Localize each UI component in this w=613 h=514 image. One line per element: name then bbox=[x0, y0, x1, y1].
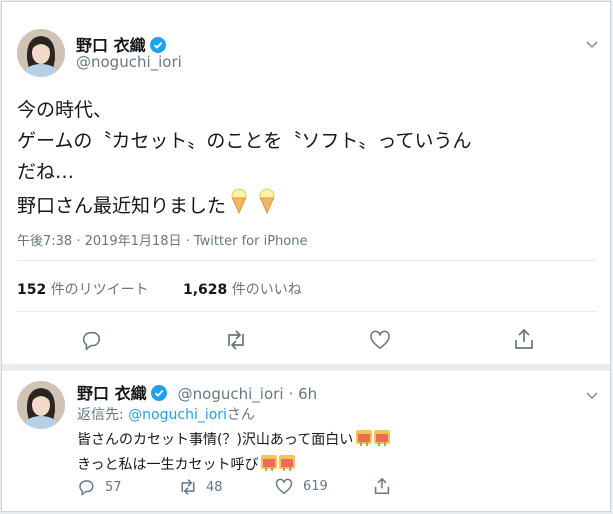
reply-retweet-count: 48 bbox=[206, 479, 223, 495]
heart-icon[interactable] bbox=[369, 330, 391, 354]
avatar[interactable] bbox=[17, 29, 65, 77]
reply-avatar[interactable] bbox=[17, 381, 65, 429]
reply-to-suffix: さん bbox=[226, 407, 255, 423]
ice-cream-icon bbox=[258, 188, 276, 224]
reply-count: 57 bbox=[105, 479, 122, 495]
retweet-icon bbox=[181, 479, 195, 495]
thread-divider bbox=[2, 364, 610, 371]
reply-to-prefix: 返信先: bbox=[77, 407, 129, 423]
like-stat[interactable]: 1,628 件のいいね bbox=[183, 279, 302, 299]
divider bbox=[17, 311, 597, 312]
share-icon[interactable] bbox=[514, 328, 534, 354]
heart-icon bbox=[275, 478, 293, 495]
reply-like-count: 619 bbox=[303, 479, 328, 494]
ice-cream-icon bbox=[373, 428, 391, 453]
handle[interactable]: @noguchi_iori bbox=[76, 53, 182, 71]
chevron-down-icon[interactable] bbox=[586, 385, 598, 404]
reply-author-row: 野口 衣織 @noguchi_iori · 6h bbox=[77, 384, 318, 405]
chevron-down-icon[interactable] bbox=[586, 34, 598, 53]
retweet-label: 件のリツイート bbox=[50, 282, 149, 298]
share-icon[interactable] bbox=[374, 477, 390, 499]
reply-to-link[interactable]: @noguchi_iori bbox=[128, 407, 227, 423]
tweet-card: 野口 衣織 @noguchi_iori 今の時代、 ゲームの〝カセット〟のことを… bbox=[1, 1, 611, 512]
reply-line-text: きっと私は一生カセット呼び bbox=[77, 457, 259, 473]
reply-icon bbox=[79, 480, 94, 496]
reply-icon[interactable] bbox=[80, 329, 102, 355]
reply-handle[interactable]: @noguchi_iori bbox=[178, 385, 284, 403]
reply-display-name[interactable]: 野口 衣織 bbox=[77, 384, 147, 403]
reply-line: 皆さんのカセット事情(？)沢山あって面白い bbox=[77, 428, 391, 453]
verified-badge-icon bbox=[150, 385, 167, 405]
reply-time[interactable]: 6h bbox=[298, 385, 317, 403]
reply-line: きっと私は一生カセット呼び bbox=[77, 453, 391, 478]
reply-reply-button[interactable]: 57 bbox=[77, 478, 122, 496]
retweet-stat[interactable]: 152 件のリツイート bbox=[17, 279, 149, 299]
ice-cream-icon bbox=[230, 188, 248, 224]
ice-cream-icon bbox=[278, 453, 296, 478]
reply-line-text: 皆さんのカセット事情(？)沢山あって面白い bbox=[77, 432, 354, 448]
reply-text: 皆さんのカセット事情(？)沢山あって面白い きっと私は一生カセット呼び bbox=[77, 428, 391, 478]
retweet-count: 152 bbox=[17, 282, 47, 298]
reply-to-line: 返信先: @noguchi_ioriさん bbox=[77, 404, 255, 424]
retweet-icon[interactable] bbox=[224, 329, 248, 355]
ice-cream-icon bbox=[260, 453, 278, 478]
tweet-line-text: 野口さん最近知りました bbox=[17, 194, 227, 217]
tweet-line: だね… bbox=[17, 161, 75, 183]
tweet-line: 今の時代、 bbox=[17, 99, 113, 121]
divider bbox=[17, 260, 597, 261]
reply-retweet-button[interactable]: 48 bbox=[178, 478, 223, 496]
like-label: 件のいいね bbox=[231, 282, 302, 298]
like-count: 1,628 bbox=[183, 282, 228, 298]
tweet-line-last: 野口さん最近知りました bbox=[17, 188, 471, 224]
reply-like-button[interactable]: 619 bbox=[275, 478, 328, 495]
tweet-timestamp[interactable]: 午後7:38 · 2019年1月18日 · Twitter for iPhone bbox=[17, 230, 307, 249]
ice-cream-icon bbox=[355, 428, 373, 453]
tweet-text: 今の時代、 ゲームの〝カセット〟のことを〝ソフト〟っていうん だね… 野口さん最… bbox=[17, 95, 471, 224]
tweet-line: ゲームの〝カセット〟のことを〝ソフト〟っていうん bbox=[17, 130, 472, 152]
